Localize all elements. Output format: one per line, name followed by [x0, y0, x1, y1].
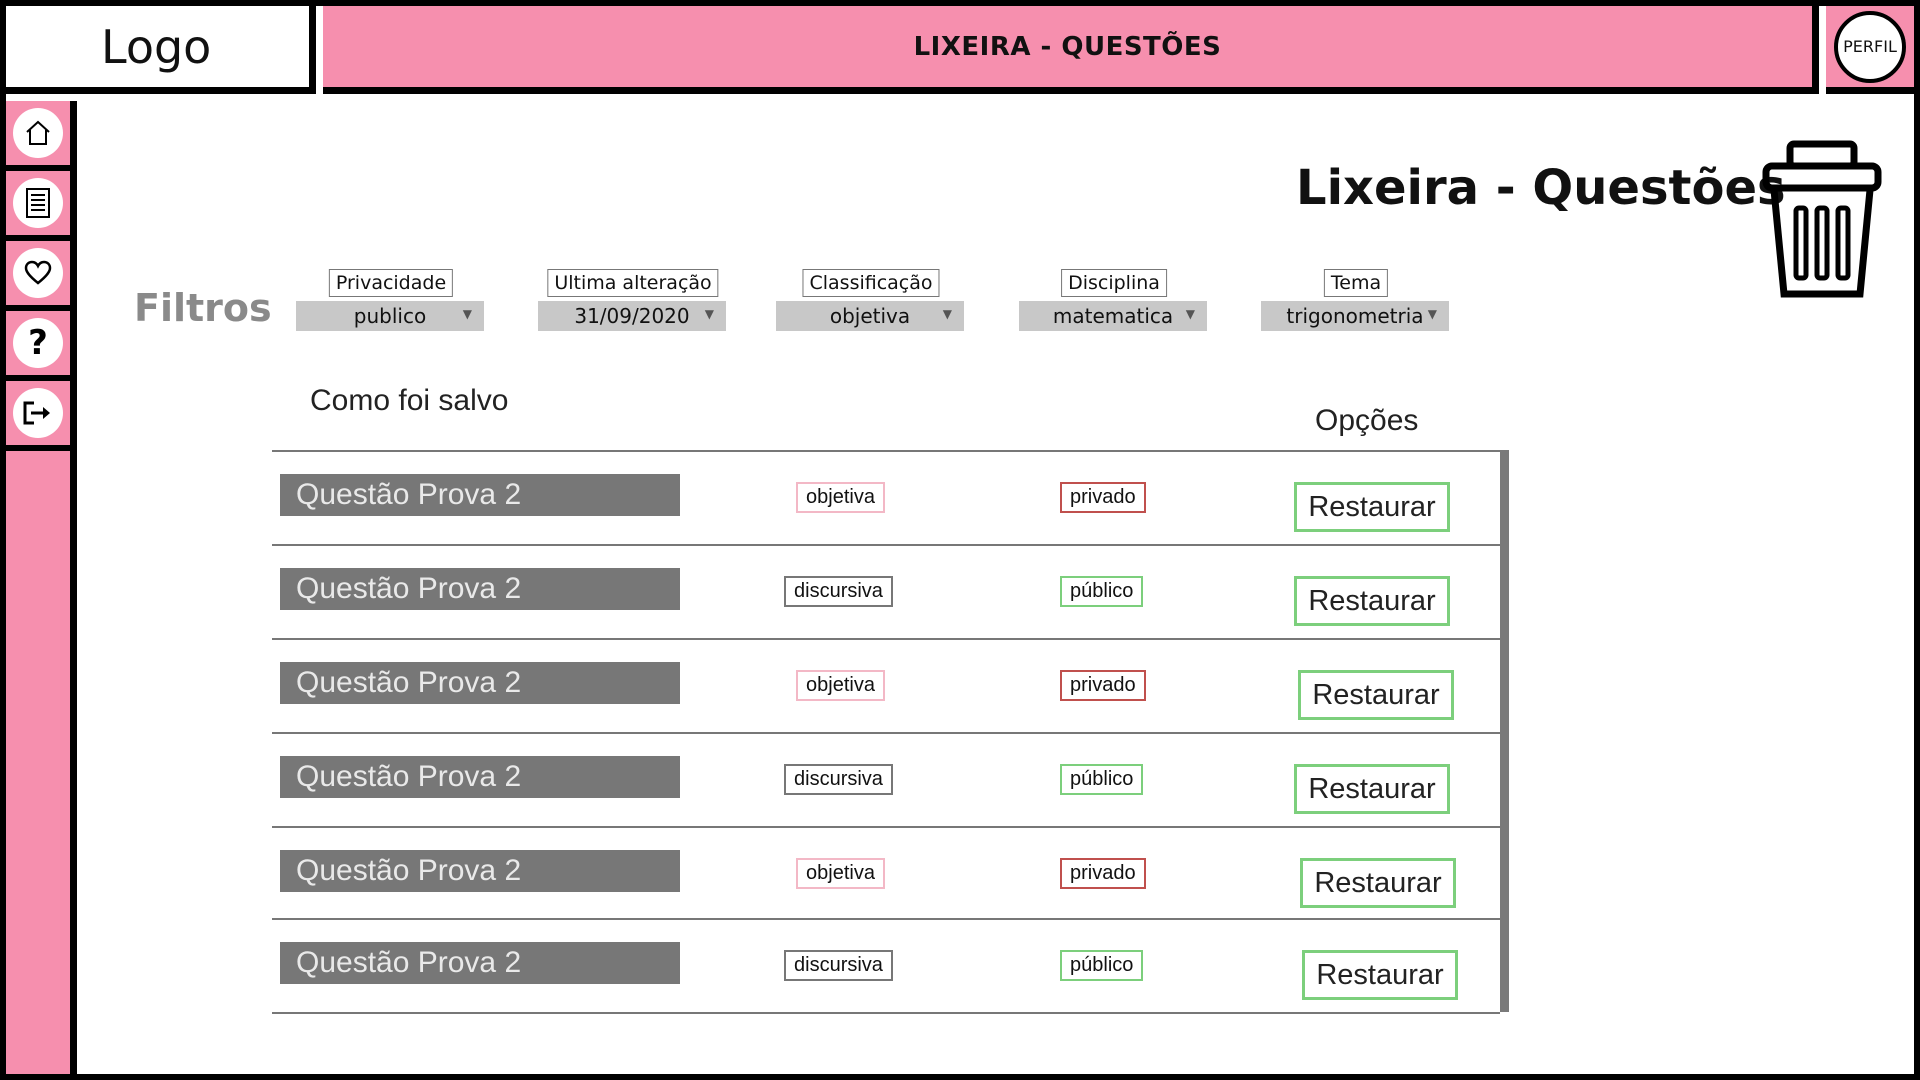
document-icon — [13, 178, 63, 228]
question-name[interactable]: Questão Prova 2 — [280, 850, 680, 892]
question-name[interactable]: Questão Prova 2 — [280, 756, 680, 798]
logo: Logo — [101, 20, 212, 74]
page-title: Lixeira - Questões — [1296, 160, 1786, 216]
profile-area: PERFIL — [1826, 6, 1914, 94]
home-icon — [13, 108, 63, 158]
theme-select[interactable]: trigonometria ▼ — [1261, 301, 1449, 331]
filter-label: Classificação — [802, 269, 940, 297]
chevron-down-icon: ▼ — [1185, 307, 1195, 321]
type-tag: objetiva — [796, 858, 885, 889]
filter-privacidade: Privacidade publico ▼ — [296, 269, 486, 331]
question-name[interactable]: Questão Prova 2 — [280, 942, 680, 984]
date-select[interactable]: 31/09/2020 ▼ — [538, 301, 726, 331]
scrollbar[interactable] — [1500, 450, 1509, 1012]
privacy-tag: público — [1060, 576, 1144, 607]
sidebar-item-home[interactable] — [6, 101, 70, 171]
table-row: Questão Prova 2 discursiva público Resta… — [272, 918, 1500, 1014]
select-value: 31/09/2020 — [574, 304, 690, 328]
restore-button[interactable]: Restaurar — [1294, 576, 1450, 626]
privacy-select[interactable]: publico ▼ — [296, 301, 484, 331]
restore-button[interactable]: Restaurar — [1294, 764, 1450, 814]
filter-label: Tema — [1323, 269, 1389, 297]
discipline-select[interactable]: matematica ▼ — [1019, 301, 1207, 331]
classification-select[interactable]: objetiva ▼ — [776, 301, 964, 331]
help-icon: ? — [13, 318, 63, 368]
restore-button[interactable]: Restaurar — [1298, 670, 1454, 720]
column-header-saved: Como foi salvo — [310, 384, 509, 417]
heart-icon — [13, 248, 63, 298]
table-row: Questão Prova 2 objetiva privado Restaur… — [272, 826, 1500, 920]
header-bar: LIXEIRA - QUESTÕES — [323, 6, 1819, 94]
privacy-tag: privado — [1060, 858, 1146, 889]
logout-icon — [13, 388, 63, 438]
filter-label: Privacidade — [328, 269, 454, 297]
table-row: Questão Prova 2 objetiva privado Restaur… — [272, 638, 1500, 732]
sidebar-item-logout[interactable] — [6, 381, 70, 451]
table-row: Questão Prova 2 objetiva privado Restaur… — [272, 450, 1500, 544]
privacy-tag: público — [1060, 950, 1144, 981]
column-header-options: Opções — [1315, 404, 1419, 437]
table-row: Questão Prova 2 discursiva público Resta… — [272, 732, 1500, 826]
select-value: matematica — [1052, 304, 1174, 328]
restore-button[interactable]: Restaurar — [1300, 858, 1456, 908]
header-title: LIXEIRA - QUESTÕES — [913, 31, 1222, 62]
select-value: objetiva — [829, 304, 911, 328]
restore-button[interactable]: Restaurar — [1302, 950, 1458, 1000]
trash-icon — [1762, 140, 1882, 298]
chevron-down-icon: ▼ — [462, 307, 472, 321]
sidebar: ? — [6, 101, 77, 1074]
type-tag: discursiva — [784, 950, 893, 981]
chevron-down-icon: ▼ — [1427, 307, 1437, 321]
filter-label: Disciplina — [1061, 269, 1167, 297]
chevron-down-icon: ▼ — [704, 307, 714, 321]
filter-label: Ultima alteração — [547, 269, 719, 297]
type-tag: discursiva — [784, 764, 893, 795]
privacy-tag: privado — [1060, 482, 1146, 513]
question-name[interactable]: Questão Prova 2 — [280, 662, 680, 704]
privacy-tag: privado — [1060, 670, 1146, 701]
profile-button[interactable]: PERFIL — [1834, 10, 1906, 83]
select-value: trigonometria — [1286, 304, 1424, 328]
question-name[interactable]: Questão Prova 2 — [280, 474, 680, 516]
type-tag: objetiva — [796, 670, 885, 701]
filter-disciplina: Disciplina matematica ▼ — [1019, 269, 1209, 331]
filter-ultima-alteracao: Ultima alteração 31/09/2020 ▼ — [538, 269, 728, 331]
sidebar-item-questions[interactable] — [6, 171, 70, 241]
logo-area[interactable]: Logo — [6, 6, 316, 94]
sidebar-item-favorites[interactable] — [6, 241, 70, 311]
filter-tema: Tema trigonometria ▼ — [1261, 269, 1451, 331]
restore-button[interactable]: Restaurar — [1294, 482, 1450, 532]
privacy-tag: público — [1060, 764, 1144, 795]
sidebar-item-help[interactable]: ? — [6, 311, 70, 381]
filters-label: Filtros — [134, 286, 272, 330]
select-value: publico — [353, 304, 427, 328]
type-tag: discursiva — [784, 576, 893, 607]
filter-classificacao: Classificação objetiva ▼ — [776, 269, 966, 331]
table-row: Questão Prova 2 discursiva público Resta… — [272, 544, 1500, 638]
question-name[interactable]: Questão Prova 2 — [280, 568, 680, 610]
type-tag: objetiva — [796, 482, 885, 513]
chevron-down-icon: ▼ — [942, 307, 952, 321]
